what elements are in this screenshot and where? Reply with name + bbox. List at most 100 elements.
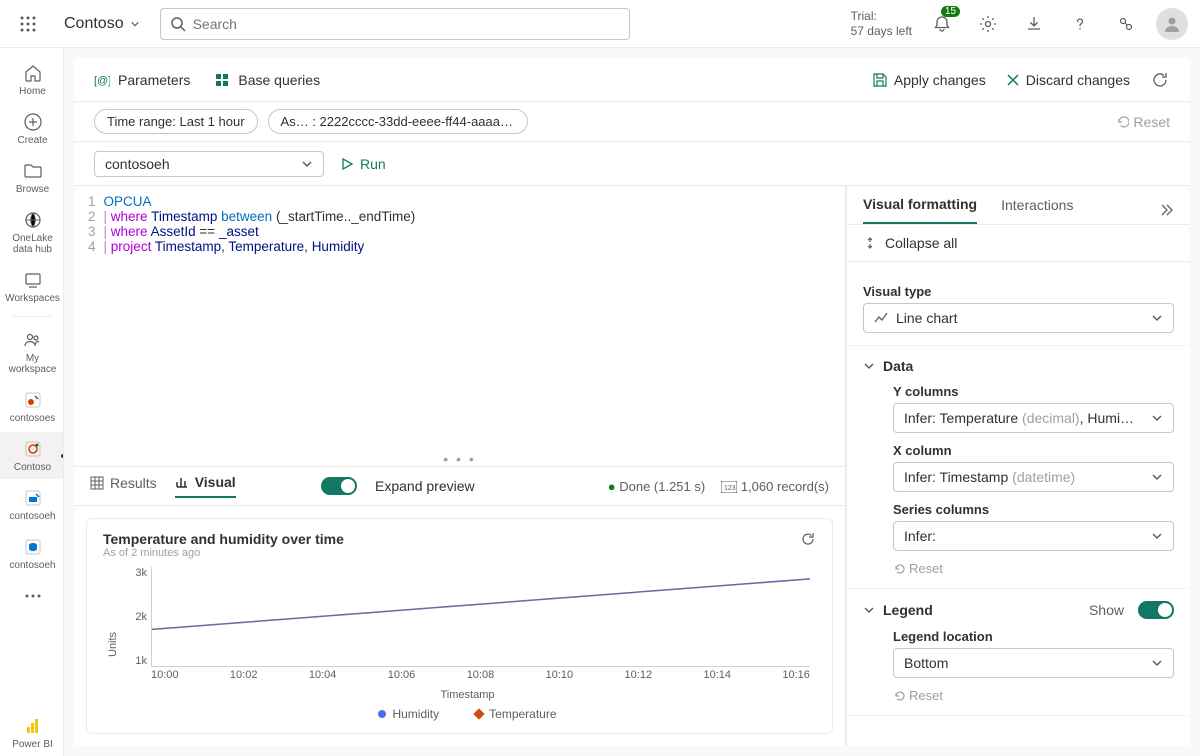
time-range-pill[interactable]: Time range: Last 1 hour	[94, 109, 258, 134]
plus-circle-icon	[23, 112, 43, 132]
section-legend-header[interactable]: Legend Show	[863, 601, 1174, 619]
base-queries-button[interactable]: Base queries	[214, 72, 320, 88]
chevron-down-icon	[1151, 657, 1163, 669]
undo-icon	[893, 563, 905, 575]
tab-visual[interactable]: Visual	[175, 474, 236, 498]
rail-more[interactable]	[0, 579, 64, 613]
user-avatar[interactable]	[1156, 8, 1188, 40]
side-panel-tabs: Visual formatting Interactions	[847, 186, 1190, 225]
rail-onelake[interactable]: OneLake data hub	[0, 203, 64, 261]
series-columns-label: Series columns	[863, 502, 1174, 517]
series-columns-dropdown[interactable]: Infer:	[893, 521, 1174, 551]
workspace-dropdown[interactable]: Contoso	[56, 11, 148, 37]
code-editor[interactable]: 1 2 3 4 OPCUA | where Timestamp between …	[74, 186, 845, 262]
chevron-down-icon	[130, 19, 140, 29]
chart-legend: Humidity Temperature	[119, 707, 816, 721]
chevron-down-icon	[1151, 312, 1163, 324]
apply-changes-button[interactable]: Apply changes	[872, 72, 986, 88]
expand-preview-label: Expand preview	[375, 478, 475, 494]
query-status: ● Done (1.251 s)	[608, 479, 705, 494]
tab-interactions[interactable]: Interactions	[1001, 197, 1073, 223]
visual-type-dropdown[interactable]: Line chart	[863, 303, 1174, 333]
legend-location-dropdown[interactable]: Bottom	[893, 648, 1174, 678]
chart-lines	[152, 567, 810, 666]
help-icon	[1071, 15, 1089, 33]
chart-title: Temperature and humidity over time	[103, 531, 344, 547]
search-input[interactable]	[160, 8, 630, 40]
app-launcher-icon[interactable]	[12, 8, 44, 40]
reset-data-button[interactable]: Reset	[893, 561, 1174, 576]
chevron-down-icon	[1151, 530, 1163, 542]
database-icon	[24, 538, 42, 556]
legend-location-label: Legend location	[863, 629, 1174, 644]
y-columns-label: Y columns	[863, 384, 1174, 399]
run-button[interactable]: Run	[340, 156, 386, 172]
topbar: Contoso Trial: 57 days left 15	[0, 0, 1200, 48]
download-button[interactable]	[1018, 8, 1050, 40]
discard-changes-button[interactable]: Discard changes	[1006, 72, 1130, 88]
data-source-dropdown[interactable]: contosoeh	[94, 151, 324, 177]
chevron-double-right-icon[interactable]	[1158, 202, 1174, 218]
close-icon	[1006, 73, 1020, 87]
tab-results[interactable]: Results	[90, 475, 157, 497]
left-nav-rail: Home Create Browse OneLake data hub Work…	[0, 48, 64, 756]
dashboard-icon	[24, 440, 42, 458]
people-icon	[23, 330, 43, 350]
section-data-header[interactable]: Data	[863, 358, 1174, 374]
splitter-handle[interactable]: • • •	[74, 452, 845, 466]
rail-create[interactable]: Create	[0, 105, 64, 152]
queries-icon	[214, 72, 230, 88]
y-columns-dropdown[interactable]: Infer: Temperature (decimal), Humi…	[893, 403, 1174, 433]
feedback-button[interactable]	[1110, 8, 1142, 40]
rail-my-workspace[interactable]: My workspace	[0, 323, 64, 381]
home-icon	[23, 63, 43, 83]
asset-pill[interactable]: As… : 2222cccc-33dd-eeee-ff44-aaaaa…	[268, 109, 528, 134]
section-visual-type: Visual type Line chart	[847, 262, 1190, 346]
undo-icon	[1115, 115, 1129, 129]
rail-contoso[interactable]: Contoso	[0, 432, 64, 479]
table-icon	[90, 476, 104, 490]
toolbar-run: contosoeh Run	[74, 142, 1190, 186]
tab-visual-formatting[interactable]: Visual formatting	[863, 196, 977, 224]
folder-icon	[23, 161, 43, 181]
x-ticks: 10:0010:0210:0410:0610:0810:1010:1210:14…	[151, 669, 810, 687]
line-chart-icon	[874, 311, 888, 325]
rail-contosoeh-1[interactable]: contosoeh	[0, 481, 64, 528]
records-icon: 123	[721, 481, 737, 493]
rail-home[interactable]: Home	[0, 56, 64, 103]
x-column-dropdown[interactable]: Infer: Timestamp (datetime)	[893, 462, 1174, 492]
rail-contosoeh-2[interactable]: contosoeh	[0, 530, 64, 577]
x-column-label: X column	[863, 443, 1174, 458]
search-icon	[170, 16, 186, 32]
refresh-chart-icon[interactable]	[800, 531, 816, 547]
legend-show-toggle[interactable]	[1138, 601, 1174, 619]
expand-preview-toggle[interactable]	[321, 477, 357, 495]
chart-icon	[175, 475, 189, 489]
chevron-down-icon	[1151, 412, 1163, 424]
collapse-all-button[interactable]: Collapse all	[847, 225, 1190, 262]
side-panel: Visual formatting Interactions Collapse …	[846, 186, 1190, 746]
reset-filters-button[interactable]: Reset	[1115, 114, 1170, 130]
powerbi-icon	[24, 717, 42, 735]
rail-powerbi[interactable]: Power BI	[0, 709, 64, 756]
trial-status: Trial: 57 days left	[851, 9, 912, 38]
rail-workspaces[interactable]: Workspaces	[0, 263, 64, 310]
settings-button[interactable]	[972, 8, 1004, 40]
play-icon	[340, 157, 354, 171]
rail-browse[interactable]: Browse	[0, 154, 64, 201]
chevron-down-icon	[863, 360, 875, 372]
chevron-down-icon	[1151, 471, 1163, 483]
svg-text:123: 123	[724, 485, 736, 492]
refresh-icon[interactable]	[1150, 70, 1170, 90]
parameters-button[interactable]: [@] Parameters	[94, 72, 190, 88]
reset-legend-button[interactable]: Reset	[893, 688, 1174, 703]
collapse-icon	[863, 236, 877, 250]
help-button[interactable]	[1064, 8, 1096, 40]
main-content: [@] Parameters Base queries Apply change…	[64, 48, 1200, 756]
rail-contosoes[interactable]: contosoes	[0, 383, 64, 430]
toolbar-filters: Time range: Last 1 hour As… : 2222cccc-3…	[74, 102, 1190, 142]
workspace-name: Contoso	[64, 15, 124, 33]
notifications-button[interactable]: 15	[926, 8, 958, 40]
line-numbers: 1 2 3 4	[74, 194, 104, 254]
section-data: Data Y columns Infer: Temperature (decim…	[847, 346, 1190, 589]
